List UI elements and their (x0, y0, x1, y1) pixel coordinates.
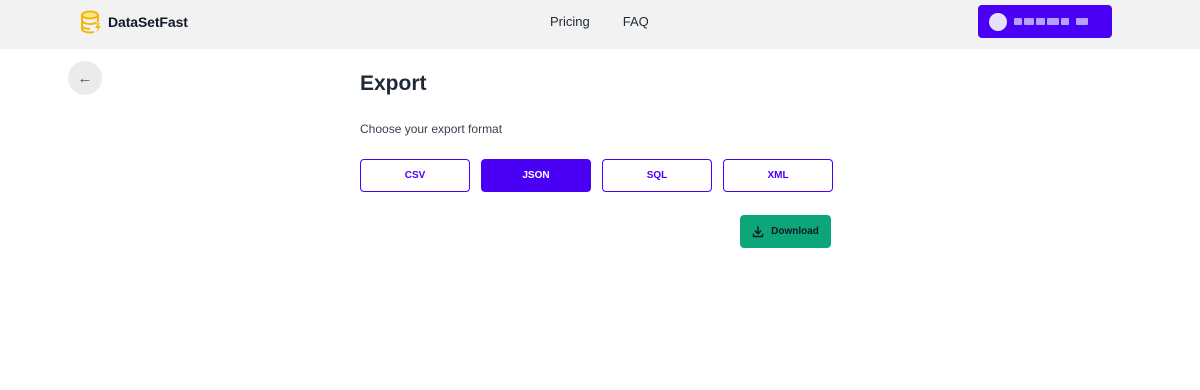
download-icon (752, 225, 764, 237)
format-button-sql[interactable]: SQL (602, 159, 712, 192)
page-title: Export (360, 72, 427, 95)
format-button-json[interactable]: JSON (481, 159, 591, 192)
arrow-left-icon: ← (77, 69, 93, 87)
format-button-xml[interactable]: XML (723, 159, 833, 192)
user-account-button[interactable] (978, 5, 1112, 38)
main-nav: Pricing FAQ (550, 14, 649, 29)
back-button[interactable]: ← (68, 61, 102, 95)
avatar (989, 12, 1007, 31)
top-navbar: DataSetFast Pricing FAQ (0, 0, 1200, 49)
brand-name: DataSetFast (108, 14, 188, 30)
download-label: Download (771, 226, 819, 237)
nav-link-pricing[interactable]: Pricing (550, 14, 590, 29)
brand-logo[interactable]: DataSetFast (80, 10, 188, 34)
format-button-csv[interactable]: CSV (360, 159, 470, 192)
nav-link-faq[interactable]: FAQ (623, 14, 649, 29)
database-icon (81, 10, 101, 34)
page-subtitle: Choose your export format (360, 122, 503, 136)
format-options: CSV JSON SQL XML (360, 159, 833, 192)
download-button[interactable]: Download (740, 215, 831, 248)
user-name-redacted (1014, 18, 1088, 26)
